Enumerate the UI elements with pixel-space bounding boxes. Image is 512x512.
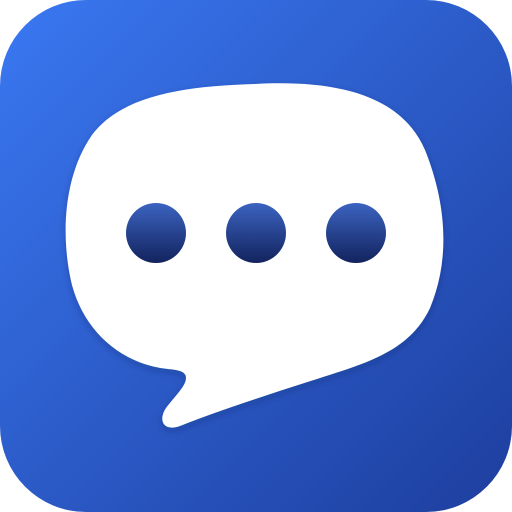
typing-dots	[126, 203, 386, 263]
typing-dot-icon	[326, 203, 386, 263]
typing-dot-icon	[126, 203, 186, 263]
app-icon[interactable]	[0, 0, 512, 512]
typing-dot-icon	[226, 203, 286, 263]
app-icon-graphic	[0, 0, 512, 512]
